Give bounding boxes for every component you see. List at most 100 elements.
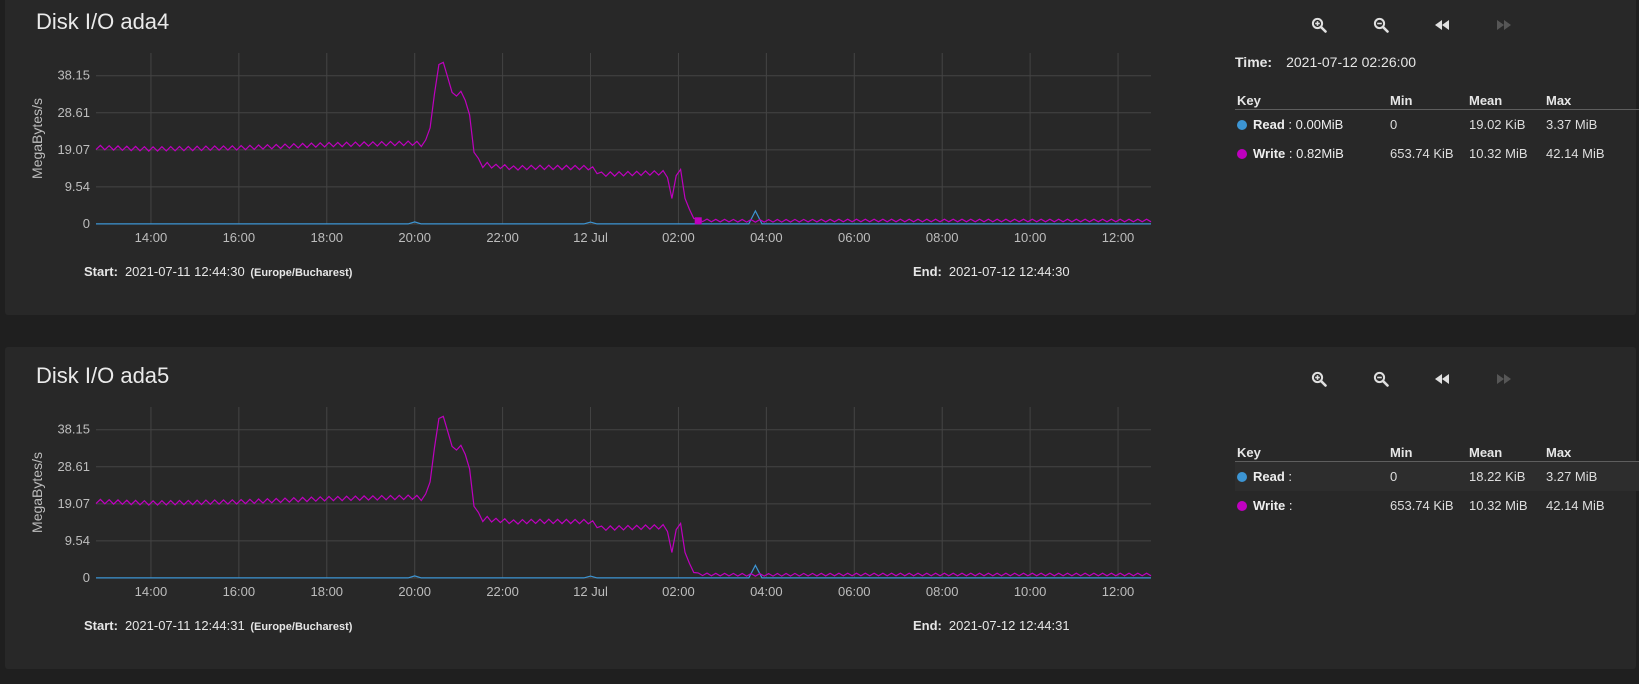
legend-read-name: Read — [1253, 469, 1285, 484]
zoom-out-button[interactable] — [1367, 365, 1395, 393]
y-tick-label: 38.15 — [57, 68, 90, 83]
legend-header-key: Key — [1237, 93, 1261, 108]
y-tick-label: 19.07 — [57, 496, 90, 511]
legend-header-max: Max — [1546, 445, 1572, 460]
zoom-in-button[interactable] — [1305, 365, 1333, 393]
y-axis-label: MegaBytes/s — [29, 452, 45, 533]
disk-io-chart[interactable]: 0 9.54 19.07 28.61 38.15 14:00 16:00 18:00 20:00… — [20, 405, 1210, 603]
disk-io-chart[interactable]: 0 9.54 19.07 28.61 38.15 14:00 16:00 18:00 20:00… — [20, 51, 1210, 249]
x-tick-label: 10:00 — [1014, 584, 1047, 599]
zoom-in-icon — [1311, 17, 1327, 33]
rewind-icon — [1434, 19, 1450, 31]
y-tick-label: 9.54 — [65, 533, 90, 548]
x-tick-label: 12 Jul — [573, 584, 608, 599]
rewind-icon — [1434, 373, 1450, 385]
timezone-label: (Europe/Bucharest) — [250, 267, 353, 279]
legend-key-write: Write : 0.82MiB — [1237, 146, 1344, 161]
x-tick-label: 12 Jul — [573, 230, 608, 245]
timezone-label: (Europe/Bucharest) — [250, 621, 353, 633]
y-tick-label: 0 — [83, 570, 90, 585]
legend-write-value: : 0.82MiB — [1288, 146, 1344, 161]
y-axis-label: MegaBytes/s — [29, 98, 45, 179]
legend-read-value: : 0.00MiB — [1288, 117, 1344, 132]
start-range: Start: 2021-07-11 12:44:31 (Europe/Buchar… — [84, 618, 352, 633]
legend-row-read[interactable]: Read : 0.00MiB 0 19.02 KiB 3.37 MiB — [1235, 110, 1639, 139]
legend-key-read: Read : — [1237, 469, 1292, 484]
step-back-button[interactable] — [1428, 11, 1456, 39]
end-value: 2021-07-12 12:44:30 — [948, 264, 1070, 279]
x-tick-label: 16:00 — [223, 230, 256, 245]
series-line-write — [95, 61, 1152, 223]
legend-header: Key Min Mean Max — [1235, 89, 1639, 110]
legend-write-name: Write — [1253, 146, 1286, 161]
hover-time: Time: 2021-07-12 02:26:00 — [1235, 54, 1416, 70]
x-tick-label: 14:00 — [135, 230, 168, 245]
legend-header-key: Key — [1237, 445, 1261, 460]
legend-read-max: 3.27 MiB — [1546, 469, 1598, 484]
hover-point-marker — [694, 217, 702, 225]
legend-row-write[interactable]: Write : 653.74 KiB 10.32 MiB 42.14 MiB — [1235, 491, 1639, 520]
zoom-out-icon — [1373, 371, 1389, 387]
x-tick-label: 20:00 — [398, 584, 431, 599]
y-tick-label: 0 — [83, 216, 90, 231]
time-label: Time: — [1235, 54, 1273, 70]
x-tick-label: 04:00 — [750, 230, 783, 245]
y-tick-label: 9.54 — [65, 179, 90, 194]
time-value: 2021-07-12 02:26:00 — [1286, 54, 1417, 70]
x-tick-label: 12:00 — [1102, 584, 1135, 599]
legend-row-write[interactable]: Write : 0.82MiB 653.74 KiB 10.32 MiB 42.… — [1235, 139, 1639, 168]
x-tick-label: 12:00 — [1102, 230, 1135, 245]
legend-key-write: Write : — [1237, 498, 1293, 513]
x-tick-label: 06:00 — [838, 584, 871, 599]
legend-read-max: 3.37 MiB — [1546, 117, 1598, 132]
zoom-out-icon — [1373, 17, 1389, 33]
end-value: 2021-07-12 12:44:31 — [948, 618, 1070, 633]
zoom-in-icon — [1311, 371, 1327, 387]
legend-read-min: 0 — [1390, 117, 1398, 132]
write-color-dot — [1237, 501, 1247, 511]
legend-write-name: Write — [1253, 498, 1286, 513]
x-tick-label: 18:00 — [311, 230, 344, 245]
legend-write-mean: 10.32 MiB — [1469, 498, 1528, 513]
x-tick-label: 14:00 — [135, 584, 168, 599]
legend-table: Key Min Mean Max Read : 0 18.22 KiB 3.27… — [1235, 441, 1639, 520]
legend-header-min: Min — [1390, 93, 1413, 108]
legend-header: Key Min Mean Max — [1235, 441, 1639, 462]
x-tick-label: 10:00 — [1014, 230, 1047, 245]
fast-forward-icon — [1496, 19, 1512, 31]
step-forward-button[interactable] — [1490, 11, 1518, 39]
disk-io-ada5-panel: Disk I/O ada5 0 9.54 19.07 28.61 38.15 14:00 1… — [5, 347, 1639, 669]
x-tick-label: 22:00 — [486, 584, 519, 599]
start-label: Start: — [84, 264, 118, 279]
start-value: 2021-07-11 12:44:31 — [124, 618, 245, 633]
y-tick-label: 38.15 — [57, 422, 90, 437]
legend-table: Key Min Mean Max Read : 0.00MiB 0 19.02 … — [1235, 89, 1639, 168]
legend-header-mean: Mean — [1469, 93, 1503, 108]
x-tick-label: 16:00 — [223, 584, 256, 599]
read-color-dot — [1237, 120, 1247, 130]
legend-write-max: 42.14 MiB — [1546, 146, 1605, 161]
legend-read-mean: 19.02 KiB — [1469, 117, 1526, 132]
series-line-write — [95, 415, 1152, 577]
write-color-dot — [1237, 149, 1247, 159]
legend-row-read[interactable]: Read : 0 18.22 KiB 3.27 MiB — [1235, 462, 1639, 491]
legend-key-read: Read : 0.00MiB — [1237, 117, 1343, 132]
end-range: End: 2021-07-12 12:44:31 — [913, 618, 1070, 633]
x-tick-label: 08:00 — [926, 230, 959, 245]
legend-write-max: 42.14 MiB — [1546, 498, 1605, 513]
legend-header-mean: Mean — [1469, 445, 1503, 460]
x-tick-label: 20:00 — [398, 230, 431, 245]
y-tick-label: 19.07 — [57, 142, 90, 157]
y-tick-label: 28.61 — [57, 459, 90, 474]
panel-title: Disk I/O ada5 — [36, 363, 170, 388]
zoom-in-button[interactable] — [1305, 11, 1333, 39]
legend-header-min: Min — [1390, 445, 1413, 460]
x-tick-label: 02:00 — [662, 230, 695, 245]
zoom-out-button[interactable] — [1367, 11, 1395, 39]
legend-read-value: : — [1288, 469, 1293, 484]
step-back-button[interactable] — [1428, 365, 1456, 393]
disk-io-ada4-panel: Disk I/O ada4 0 9.54 19.07 28.61 38.15 14:00 1… — [5, 0, 1639, 315]
legend-write-value: : — [1288, 498, 1293, 513]
step-forward-button[interactable] — [1490, 365, 1518, 393]
legend-header-max: Max — [1546, 93, 1572, 108]
